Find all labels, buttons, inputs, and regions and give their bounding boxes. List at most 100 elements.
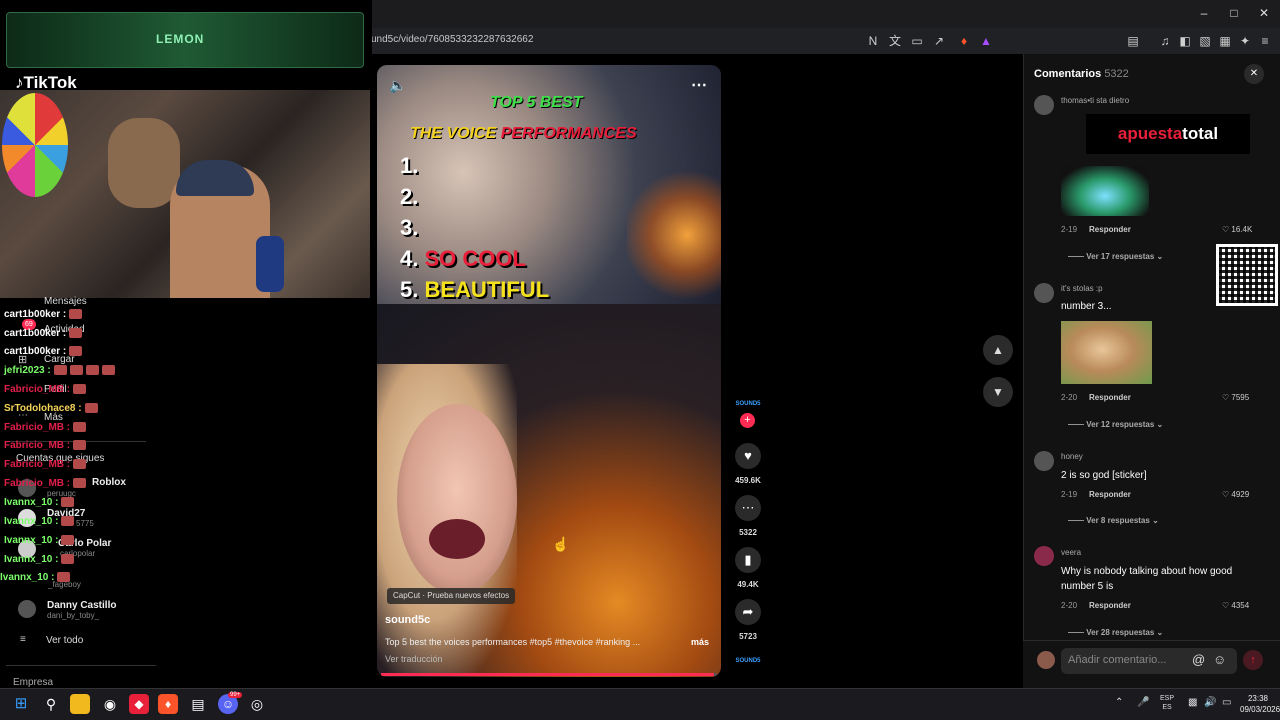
comment-username[interactable]: thomas•ti sta dietro — [1061, 96, 1129, 105]
reply-button[interactable]: Responder — [1089, 225, 1131, 234]
chat-message: Fabricio_MB : — [4, 384, 87, 395]
no-tracking-icon[interactable]: N — [865, 33, 881, 49]
music-disc-avatar[interactable]: SOUND5 — [733, 654, 763, 668]
translate-link[interactable]: Ver traducción — [385, 654, 443, 664]
hand-cursor-icon: ☝ — [552, 536, 570, 552]
comment-like-count[interactable]: ♡ 7595 — [1222, 393, 1249, 402]
battery-icon[interactable]: ▭ — [1222, 697, 1231, 708]
share-arrow-icon[interactable]: ➦ — [735, 599, 761, 625]
comment-image[interactable] — [1061, 321, 1152, 384]
author-avatar[interactable]: SOUND5 — [733, 397, 763, 411]
comment-avatar[interactable] — [1034, 283, 1054, 303]
chat-username: Fabricio_MB : — [4, 478, 71, 489]
comment-like-count[interactable]: ♡ 16.4K — [1222, 225, 1252, 234]
emote-icon — [101, 365, 115, 376]
account-avatar[interactable] — [18, 600, 36, 618]
rewards-icon[interactable]: ▲ — [978, 33, 994, 49]
comment-input-placeholder: Añadir comentario... — [1068, 654, 1167, 666]
chat-username: Ivannx_10 : — [4, 516, 59, 527]
view-replies-button[interactable]: —— Ver 28 respuestas ⌄ — [1068, 628, 1163, 637]
see-all-link[interactable]: Ver todo — [46, 635, 83, 646]
volume-icon[interactable]: 🔈 — [389, 77, 406, 94]
chat-message: SrTodolohace8 : — [4, 403, 98, 414]
windows-start-icon[interactable]: ⊞ — [11, 694, 31, 714]
reply-button[interactable]: Responder — [1089, 601, 1131, 610]
music-icon[interactable]: ♫ — [1157, 33, 1173, 49]
comment-like-count[interactable]: ♡ 4929 — [1222, 490, 1249, 499]
reply-button[interactable]: Responder — [1089, 490, 1131, 499]
chat-message: jefri2023 : — [4, 365, 115, 376]
previous-video-chevron-up-icon[interactable]: ▲ — [983, 335, 1013, 365]
comment-avatar[interactable] — [1034, 451, 1054, 471]
save-count: 49.4K — [737, 580, 759, 589]
menu-icon[interactable]: ≡ — [1257, 33, 1273, 49]
url-field[interactable]: und5c/video/7608533232287632662 — [371, 34, 533, 45]
sidebar-item-mensajes[interactable]: Mensajes — [44, 296, 87, 307]
comment-avatar[interactable] — [1034, 546, 1054, 566]
comment-avatar[interactable] — [1034, 95, 1054, 115]
comment-username[interactable]: veera — [1061, 548, 1081, 557]
view-replies-button[interactable]: —— Ver 17 respuestas ⌄ — [1068, 252, 1163, 261]
next-video-chevron-down-icon[interactable]: ▼ — [983, 377, 1013, 407]
emote-icon — [61, 516, 75, 527]
reply-button[interactable]: Responder — [1089, 393, 1131, 402]
like-heart-icon[interactable]: ♥ — [735, 443, 761, 469]
clock[interactable]: 23:38 09/03/2026 — [1240, 693, 1280, 715]
comment-like-count[interactable]: ♡ 4354 — [1222, 601, 1249, 610]
comment-icon[interactable]: ⋯ — [735, 495, 761, 521]
account-name[interactable]: Danny Castillo — [47, 600, 116, 611]
chat-username: cart1b00ker : — [4, 346, 67, 357]
caption-more-link[interactable]: más — [691, 637, 709, 647]
wallet-icon[interactable]: ▧ — [1197, 33, 1213, 49]
file-explorer-icon[interactable] — [70, 694, 90, 714]
follow-plus-icon[interactable]: + — [740, 413, 755, 428]
brave-browser-icon[interactable]: ♦ — [158, 694, 178, 714]
view-replies-button[interactable]: —— Ver 8 respuestas ⌄ — [1068, 516, 1159, 525]
video-player[interactable]: 🔈 ⋯ TOP 5 BEST THE VOICE PERFORMANCES 1.… — [377, 65, 721, 677]
tray-chevron-up-icon[interactable]: ⌃ — [1115, 697, 1123, 708]
emote-icon — [69, 328, 83, 339]
mic-icon[interactable]: 🎤 — [1137, 697, 1149, 708]
share-icon[interactable]: ↗ — [931, 33, 947, 49]
close-comments-icon[interactable]: ✕ — [1244, 64, 1264, 84]
emote-icon — [69, 365, 83, 376]
reader-icon[interactable]: ◧ — [1177, 33, 1193, 49]
search-icon[interactable]: ⚲ — [41, 694, 61, 714]
send-arrow-icon[interactable]: ↑ — [1243, 650, 1263, 670]
account-name[interactable]: Roblox — [92, 477, 126, 488]
mention-at-icon[interactable]: @ — [1192, 652, 1205, 667]
maximize-icon[interactable]: □ — [1224, 6, 1244, 20]
brave-shield-icon[interactable]: ♦ — [956, 33, 972, 49]
translate-icon[interactable]: 文 — [887, 33, 903, 49]
emote-icon — [53, 365, 67, 376]
streaming-app-icon[interactable]: ◆ — [129, 694, 149, 714]
comment-meta: 2-19 Responder — [1061, 225, 1131, 234]
capcut-badge[interactable]: CapCut · Prueba nuevos efectos — [387, 588, 516, 604]
bookmark-icon[interactable]: ▮ — [735, 547, 761, 573]
extensions-icon[interactable]: ▦ — [1217, 33, 1233, 49]
network-icon[interactable]: ▩ — [1188, 697, 1197, 708]
obs-icon[interactable]: ◉ — [100, 694, 120, 714]
emote-icon — [73, 478, 87, 489]
comment-username[interactable]: honey — [1061, 452, 1083, 461]
comment-meta: 2-20 Responder — [1061, 601, 1131, 610]
sidebar-icon[interactable]: ▤ — [1125, 33, 1141, 49]
app-icon[interactable]: ◎ — [247, 694, 267, 714]
emote-icon — [61, 497, 75, 508]
window-app-icon[interactable]: ▤ — [188, 694, 208, 714]
cast-icon[interactable]: ▭ — [909, 33, 925, 49]
comment-username[interactable]: it's stolas :p — [1061, 284, 1103, 293]
empresa-link[interactable]: Empresa — [13, 677, 53, 688]
minimize-icon[interactable]: – — [1194, 6, 1214, 20]
more-options-icon[interactable]: ⋯ — [691, 75, 707, 95]
chat-message: Ivannx_10 : — [4, 497, 75, 508]
qr-code — [1216, 244, 1278, 306]
view-replies-button[interactable]: —— Ver 12 respuestas ⌄ — [1068, 420, 1163, 429]
close-window-icon[interactable]: ✕ — [1254, 6, 1274, 20]
video-author[interactable]: sound5c — [385, 614, 430, 626]
volume-tray-icon[interactable]: 🔊 — [1204, 697, 1216, 708]
chat-message: Fabricio_MB : — [4, 440, 87, 451]
leo-ai-icon[interactable]: ✦ — [1237, 33, 1253, 49]
emoji-icon[interactable]: ☺ — [1213, 652, 1226, 667]
language-indicator[interactable]: ESP ES — [1160, 694, 1174, 712]
